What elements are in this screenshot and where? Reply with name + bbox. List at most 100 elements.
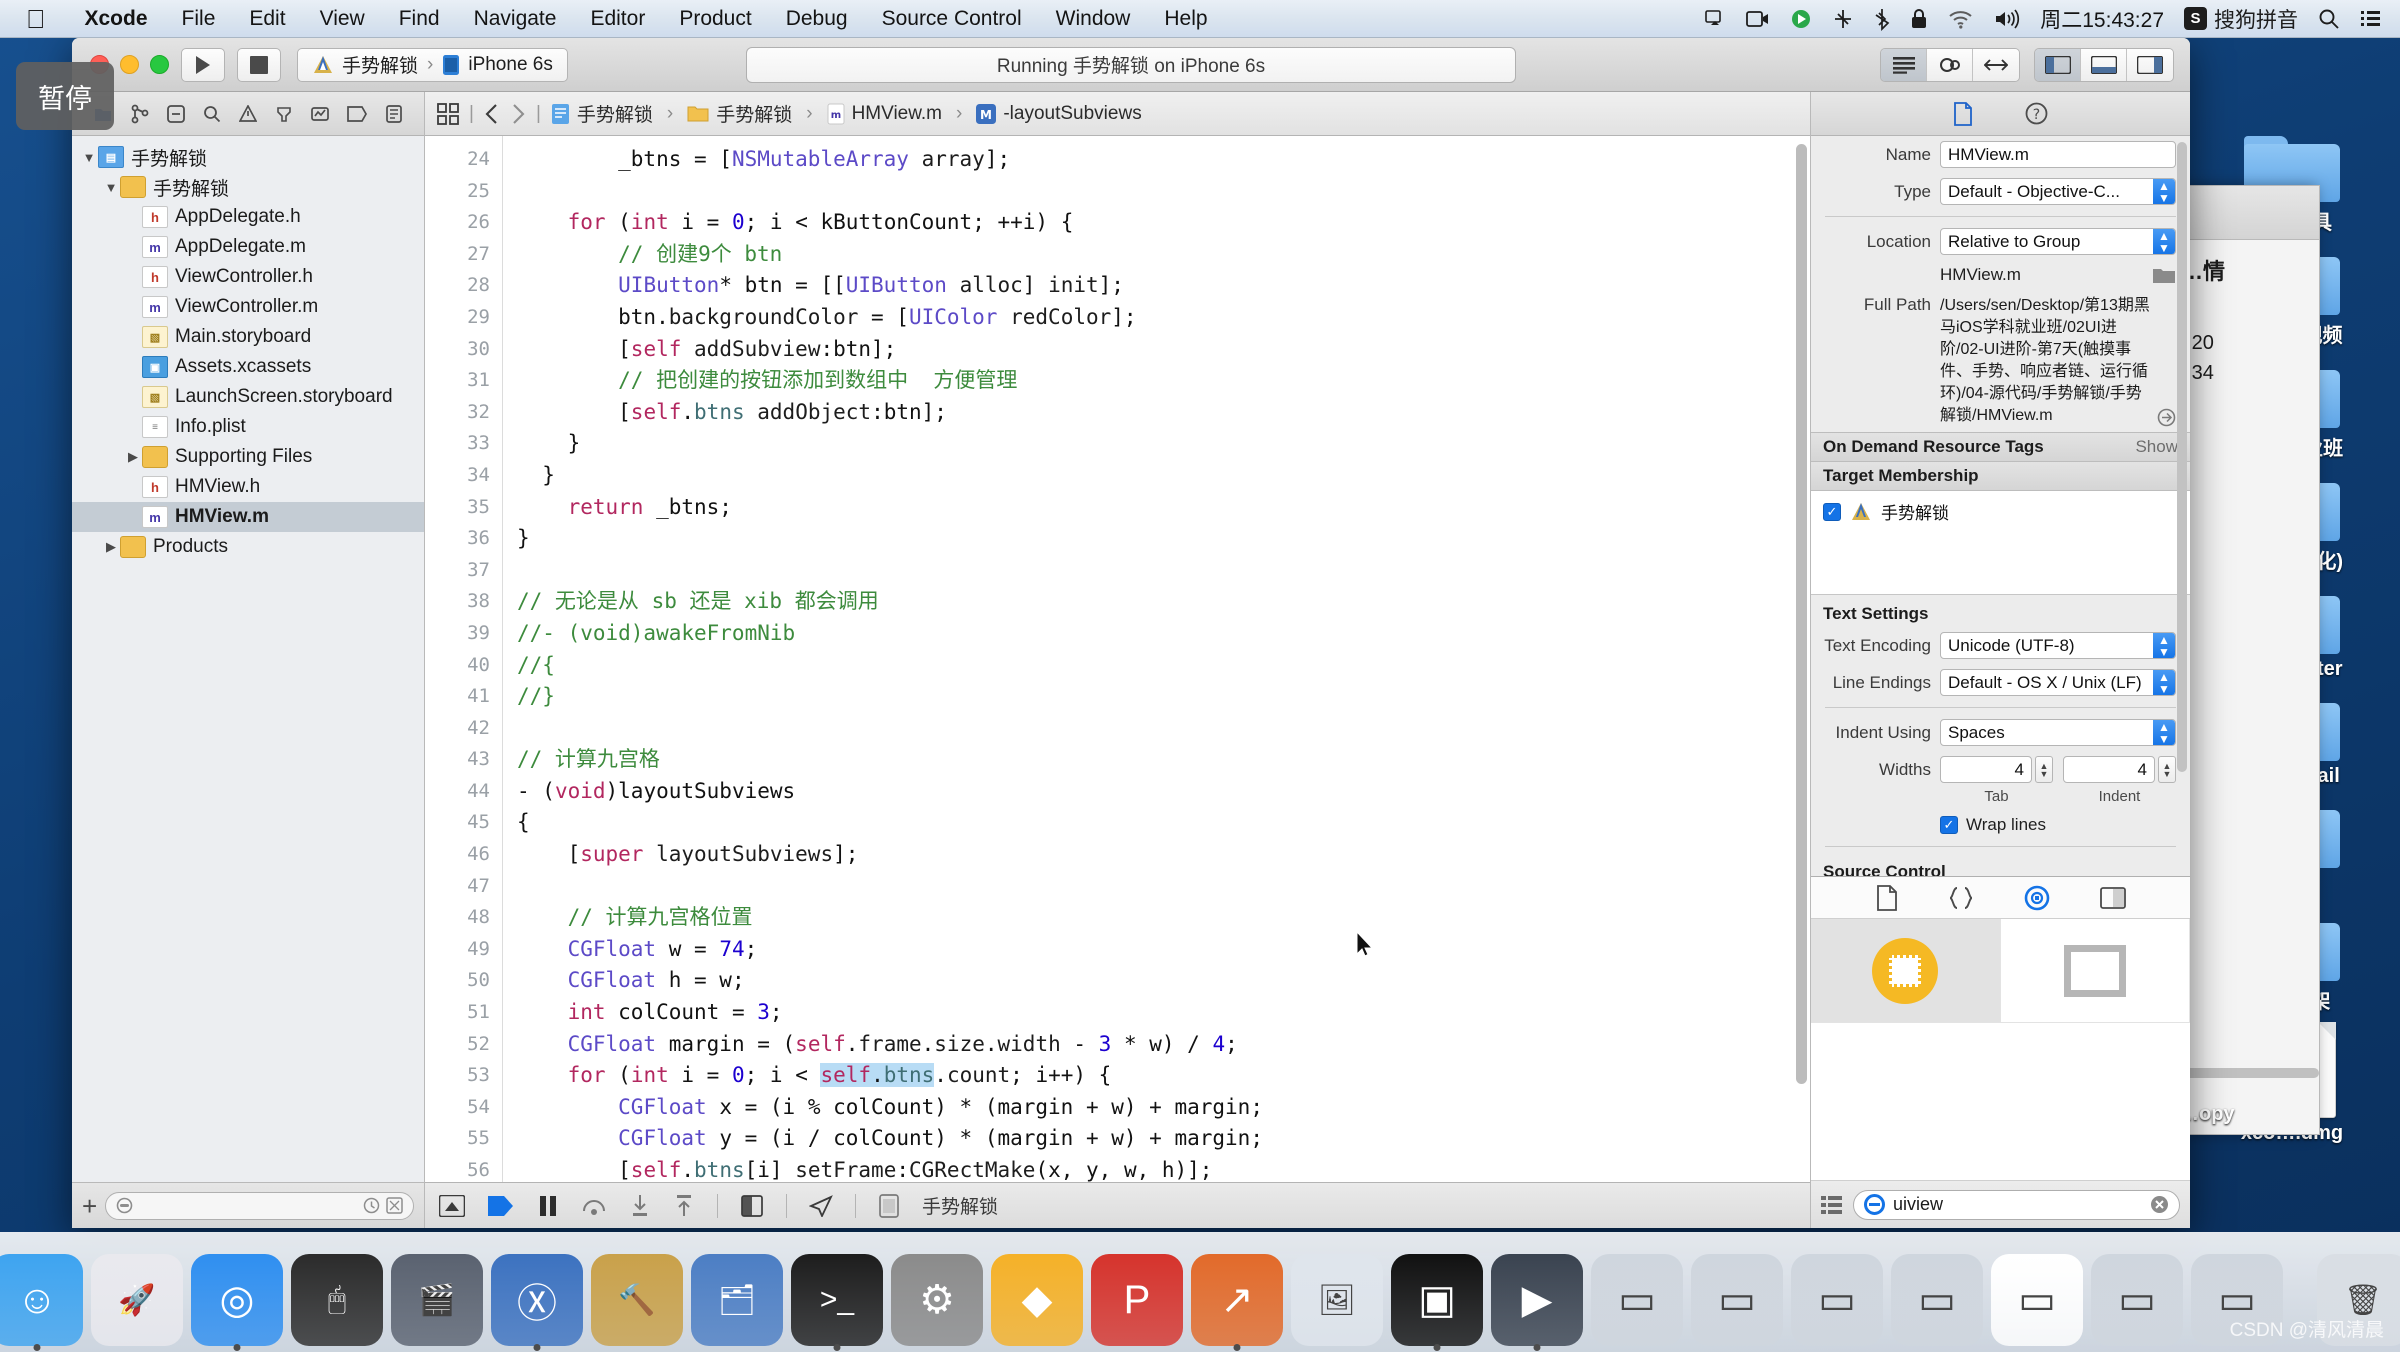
minimize-button[interactable] — [120, 55, 139, 74]
code-line[interactable]: //{ — [517, 650, 1810, 682]
source-code-editor[interactable]: 24 25 26 27 28 29 30 31 32 33 34 35 36 37 38 39 40 41 42 43… — [425, 136, 1810, 1182]
code-line[interactable]: CGFloat h = w; — [517, 965, 1810, 997]
screen-record-icon[interactable] — [1746, 9, 1770, 29]
line-endings-popup[interactable]: Default - OS X / Unix (LF) ▲ ▼ — [1940, 669, 2176, 696]
step-over-icon[interactable] — [581, 1195, 607, 1217]
file-tree-row[interactable]: ▧ Main.storyboard — [72, 322, 424, 352]
target-membership-list[interactable]: ✓ 手势解锁 — [1811, 491, 2190, 595]
related-items-icon[interactable] — [437, 102, 459, 125]
folder-picker-icon[interactable] — [2152, 266, 2176, 285]
vpn-icon[interactable] — [1832, 8, 1854, 30]
file-template-library-icon[interactable] — [1876, 884, 1898, 911]
debug-navigator-icon[interactable] — [311, 105, 329, 123]
dock-item-finder[interactable]: ☺ — [0, 1254, 83, 1346]
dock-item-mouse-app[interactable]: 🖱 — [291, 1254, 383, 1346]
media-library-icon[interactable] — [2099, 886, 2126, 909]
version-editor-icon[interactable] — [1973, 48, 2019, 81]
show-utilities-icon[interactable] — [2127, 48, 2173, 81]
code-line[interactable]: return _btns; — [517, 492, 1810, 524]
code-line[interactable]: [self.btns[i] setFrame:CGRectMake(x, y, … — [517, 1155, 1810, 1182]
code-line[interactable] — [517, 176, 1810, 208]
project-file-tree[interactable]: ▼ ▤ 手势解锁 ▼ 手势解锁 h AppDelegate.h m AppDelegate.m h… — [72, 136, 424, 1182]
indent-width-field[interactable]: 4 — [2063, 756, 2155, 783]
inspector-content[interactable]: Name HMView.m Type Default - Objective-C… — [1811, 136, 2190, 876]
back-arrow-icon[interactable] — [484, 103, 500, 125]
code-line[interactable]: for (int i = 0; i < self.btns.count; i++… — [517, 1060, 1810, 1092]
file-tree-row[interactable]: m AppDelegate.m — [72, 232, 424, 262]
find-navigator-icon[interactable] — [203, 105, 221, 123]
menu-item-view[interactable]: View — [303, 0, 382, 38]
code-line[interactable]: [self addSubview:btn]; — [517, 334, 1810, 366]
continue-icon[interactable] — [487, 1195, 515, 1217]
file-tree-row[interactable]: h HMView.h — [72, 472, 424, 502]
disclosure-right-icon[interactable]: ▶ — [102, 539, 120, 555]
code-line[interactable]: UIButton* btn = [[UIButton alloc] init]; — [517, 270, 1810, 302]
breakpoint-navigator-icon[interactable] — [347, 105, 367, 122]
dock-item-screen-3[interactable]: ▭ — [1791, 1254, 1883, 1346]
test-navigator-icon[interactable] — [275, 105, 293, 123]
disclosure-down-icon[interactable]: ▼ — [80, 150, 98, 165]
background-window-scrollbar[interactable] — [2171, 1068, 2319, 1078]
player-icon[interactable] — [1790, 8, 1812, 30]
dock-item-screen-4[interactable]: ▭ — [1891, 1254, 1983, 1346]
issue-navigator-icon[interactable] — [239, 104, 257, 123]
code-line[interactable] — [517, 713, 1810, 745]
menu-item-debug[interactable]: Debug — [769, 0, 865, 38]
assistant-editor-icon[interactable] — [1927, 48, 1973, 81]
zoom-button[interactable] — [150, 55, 169, 74]
input-method-label[interactable]: 搜狗拼音 — [2214, 4, 2298, 34]
breadcrumb-item-0[interactable]: 手势解锁 — [551, 100, 653, 127]
dock-item-sketch[interactable]: ◆ — [991, 1254, 1083, 1346]
file-tree-row[interactable]: ▶ Supporting Files — [72, 442, 424, 472]
wrap-lines-checkbox[interactable]: ✓ — [1940, 816, 1958, 834]
code-line[interactable]: [self.btns addObject:btn]; — [517, 397, 1810, 429]
show-debug-area-icon[interactable] — [439, 1194, 465, 1217]
code-line[interactable]: // 计算九宫格位置 — [517, 902, 1810, 934]
symbol-navigator-icon[interactable] — [167, 104, 185, 123]
code-line[interactable]: } — [517, 460, 1810, 492]
breadcrumb-item-1[interactable]: 手势解锁 — [687, 100, 792, 127]
bluetooth-icon[interactable] — [1874, 7, 1890, 31]
library-item-object[interactable] — [1811, 919, 2001, 1023]
code-line[interactable]: CGFloat margin = (self.frame.size.width … — [517, 1029, 1810, 1061]
scheme-selector[interactable]: 手势解锁 › iPhone 6s — [297, 47, 568, 82]
menu-item-product[interactable]: Product — [662, 0, 768, 38]
file-tree-row[interactable]: m HMView.m — [72, 502, 424, 532]
source-control-navigator-icon[interactable] — [131, 104, 149, 124]
source-control-filter-icon[interactable] — [386, 1197, 403, 1214]
dock-item-preview[interactable]: 🖼 — [1291, 1254, 1383, 1346]
reveal-in-finder-icon[interactable] — [2157, 408, 2176, 427]
target-checkbox[interactable]: ✓ — [1823, 502, 1841, 521]
volume-icon[interactable] — [1994, 8, 2020, 29]
breadcrumb-item-2[interactable]: m HMView.m — [827, 103, 942, 125]
code-line[interactable]: //- (void)awakeFromNib — [517, 618, 1810, 650]
menu-item-navigate[interactable]: Navigate — [457, 0, 574, 38]
menu-item-find[interactable]: Find — [382, 0, 457, 38]
code-line[interactable]: // 把创建的按钮添加到数组中 方便管理 — [517, 365, 1810, 397]
file-location-popup[interactable]: Relative to Group ▲ ▼ — [1940, 228, 2176, 255]
code-line[interactable]: } — [517, 428, 1810, 460]
indent-using-popup[interactable]: Spaces ▲ ▼ — [1940, 719, 2176, 746]
library-item-view[interactable] — [2000, 919, 2190, 1023]
file-tree-row[interactable]: ▧ LaunchScreen.storyboard — [72, 382, 424, 412]
code-line[interactable]: //} — [517, 681, 1810, 713]
menu-item-help[interactable]: Help — [1147, 0, 1224, 38]
dock-item-screenflow[interactable]: ↗ — [1191, 1254, 1283, 1346]
menubar-clock[interactable]: 周二15:43:27 — [2040, 4, 2164, 34]
tab-width-field[interactable]: 4 — [1940, 756, 2032, 783]
apple-logo-icon[interactable]:  — [26, 6, 46, 32]
file-inspector-icon[interactable] — [1953, 101, 1973, 126]
search-icon[interactable] — [2318, 8, 2340, 30]
report-navigator-icon[interactable] — [385, 104, 403, 123]
menu-item-window[interactable]: Window — [1039, 0, 1148, 38]
disclosure-down-icon[interactable]: ▼ — [102, 180, 120, 195]
dock-item-xcode[interactable]: Ⓧ — [491, 1254, 583, 1346]
code-line[interactable]: CGFloat x = (i % colCount) * (margin + w… — [517, 1092, 1810, 1124]
show-debug-area-icon[interactable] — [2081, 48, 2127, 81]
menu-item-editor[interactable]: Editor — [573, 0, 662, 38]
dock-item-launchpad[interactable]: 🚀 — [91, 1254, 183, 1346]
wifi-icon[interactable] — [1948, 9, 1974, 29]
dock-item-screen-5[interactable]: ▭ — [1991, 1254, 2083, 1346]
dock-item-iterm[interactable]: ▣ — [1391, 1254, 1483, 1346]
file-tree-row[interactable]: ≡ Info.plist — [72, 412, 424, 442]
